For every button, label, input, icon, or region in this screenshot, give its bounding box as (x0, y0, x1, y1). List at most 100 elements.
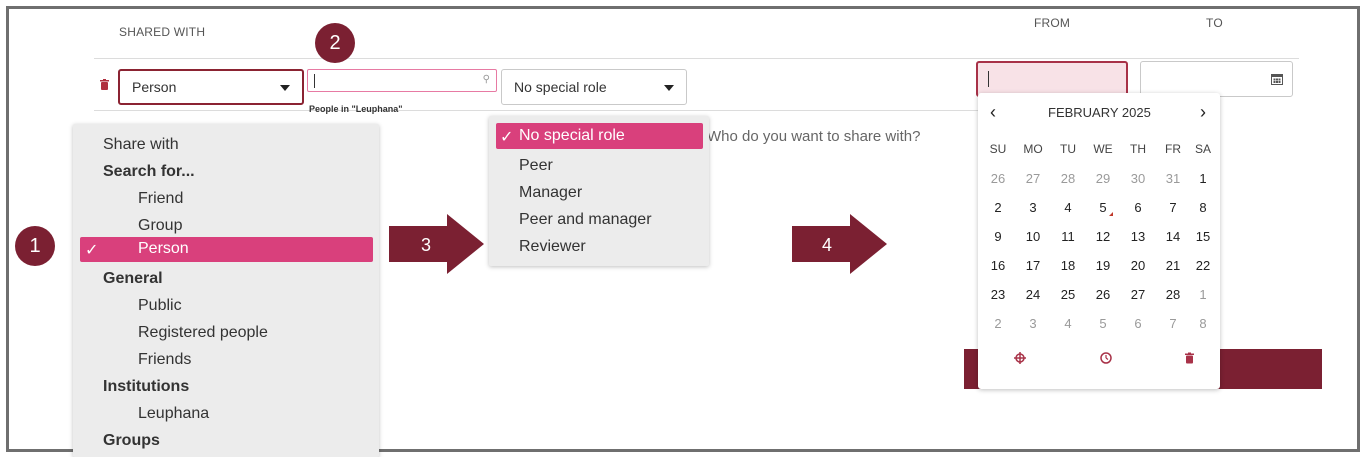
calendar-day[interactable]: 2 (984, 200, 1012, 215)
shared-with-header: SHARED WITH (119, 25, 206, 39)
menu-group-search-for: Search for... (103, 163, 195, 180)
text-cursor (314, 74, 315, 88)
calendar-day[interactable]: 9 (984, 229, 1012, 244)
menu-group-groups: Groups (103, 432, 160, 449)
calendar-day[interactable]: 31 (1159, 171, 1187, 186)
calendar-day[interactable]: 2 (984, 316, 1012, 331)
menu-group-institutions: Institutions (103, 378, 190, 395)
menu-item-public[interactable]: Public (138, 297, 182, 315)
role-option-peer-and-manager[interactable]: Peer and manager (519, 211, 652, 229)
calendar-day[interactable]: 30 (1124, 171, 1152, 186)
calendar-day[interactable]: 7 (1159, 200, 1187, 215)
calendar-day[interactable]: 21 (1159, 258, 1187, 273)
calendar-day[interactable]: 7 (1159, 316, 1187, 331)
calendar-day[interactable]: 22 (1189, 258, 1217, 273)
calendar-day[interactable]: 3 (1019, 316, 1047, 331)
calendar-day[interactable]: 8 (1189, 200, 1217, 215)
calendar-day[interactable]: 15 (1189, 229, 1217, 244)
role-option-no-special-role[interactable]: ✓ No special role (496, 123, 703, 149)
calendar-day[interactable]: 24 (1019, 287, 1047, 302)
callout-arrow-3 (389, 214, 484, 274)
calendar-day[interactable]: 8 (1189, 316, 1217, 331)
menu-item-leuphana[interactable]: Leuphana (138, 405, 209, 423)
calendar-month-label[interactable]: FEBRUARY 2025 (1048, 105, 1151, 120)
person-search-input[interactable]: ⚲ (307, 69, 497, 92)
calendar-day[interactable]: 18 (1054, 258, 1082, 273)
callout-badge-2: 2 (315, 23, 355, 63)
calendar-day[interactable]: 12 (1089, 229, 1117, 244)
role-select[interactable]: No special role (501, 69, 687, 105)
search-icon: ⚲ (482, 74, 490, 85)
weekday-header: WE (1093, 142, 1113, 156)
calendar-day[interactable]: 5 (1089, 200, 1117, 216)
calendar-day[interactable]: 19 (1089, 258, 1117, 273)
calendar-day[interactable]: 29 (1089, 171, 1117, 186)
calendar-day[interactable]: 1 (1189, 287, 1217, 302)
check-icon: ✓ (85, 242, 99, 259)
calendar-day[interactable]: 28 (1159, 287, 1187, 302)
calendar-day[interactable]: 13 (1124, 229, 1152, 244)
menu-item-friend[interactable]: Friend (138, 190, 183, 208)
role-option-reviewer[interactable]: Reviewer (519, 238, 586, 256)
callout-arrow-3-label: 3 (421, 235, 432, 255)
calendar-day[interactable]: 4 (1054, 200, 1082, 215)
date-picker: ‹ FEBRUARY 2025 › SU MO TU WE TH FR SA 26 27 28 29… (978, 93, 1220, 389)
chevron-down-icon (280, 85, 290, 91)
calendar-day[interactable]: 1 (1189, 171, 1217, 186)
calendar-day[interactable]: 25 (1054, 287, 1082, 302)
from-header: FROM (1034, 16, 1071, 30)
role-option-manager[interactable]: Manager (519, 184, 582, 202)
row-divider (94, 110, 989, 111)
menu-item-registered-people[interactable]: Registered people (138, 324, 268, 342)
weekday-header: SA (1194, 142, 1211, 156)
share-type-select[interactable]: Person (118, 69, 304, 105)
calendar-day[interactable]: 28 (1054, 171, 1082, 186)
calendar-day[interactable]: 5 (1089, 316, 1117, 331)
calendar-day[interactable]: 6 (1124, 200, 1152, 215)
from-date-input[interactable] (976, 61, 1128, 97)
crosshair-icon[interactable] (1014, 352, 1026, 364)
calendar-day[interactable]: 23 (984, 287, 1012, 302)
to-date-input[interactable] (1140, 61, 1293, 97)
weekday-header: TH (1130, 142, 1146, 156)
weekday-header: MO (1023, 142, 1043, 156)
calendar-day[interactable]: 26 (1089, 287, 1117, 302)
clock-icon[interactable] (1100, 352, 1112, 364)
role-value: No special role (514, 79, 607, 95)
weekday-header: FR (1165, 142, 1181, 156)
calendar-day[interactable]: 3 (1019, 200, 1047, 215)
callout-arrow-4-label: 4 (822, 235, 833, 255)
calendar-day[interactable]: 27 (1019, 171, 1047, 186)
callout-arrow-4 (792, 214, 887, 274)
menu-group-general: General (103, 270, 163, 287)
calendar-day[interactable]: 10 (1019, 229, 1047, 244)
screenshot-frame: SHARED WITH FROM TO Person ⚲ People in "… (6, 6, 1360, 457)
menu-item-group[interactable]: Group (138, 217, 182, 235)
weekday-header: SU (989, 142, 1007, 156)
role-option-label: No special role (519, 127, 625, 144)
menu-item-share-with[interactable]: Share with (103, 136, 179, 154)
weekday-header: TU (1060, 142, 1076, 156)
calendar-day[interactable]: 26 (984, 171, 1012, 186)
calendar-day[interactable]: 20 (1124, 258, 1152, 273)
chevron-left-icon[interactable]: ‹ (990, 102, 996, 123)
trash-icon[interactable] (1185, 352, 1194, 364)
chevron-down-icon (664, 85, 674, 91)
calendar-day[interactable]: 16 (984, 258, 1012, 273)
calendar-icon[interactable] (1271, 73, 1283, 85)
menu-item-person[interactable]: ✓ Person (80, 237, 373, 262)
menu-item-friends[interactable]: Friends (138, 351, 191, 369)
menu-item-person-label: Person (138, 240, 189, 257)
calendar-day[interactable]: 4 (1054, 316, 1082, 331)
share-with-dropdown: Share with Search for... Friend Group ✓ … (73, 124, 379, 457)
calendar-day[interactable]: 11 (1054, 229, 1082, 244)
calendar-day[interactable]: 6 (1124, 316, 1152, 331)
calendar-day[interactable]: 27 (1124, 287, 1152, 302)
calendar-day[interactable]: 14 (1159, 229, 1187, 244)
share-type-value: Person (132, 79, 177, 95)
delete-share-icon[interactable] (100, 79, 109, 90)
chevron-right-icon[interactable]: › (1200, 102, 1206, 123)
to-header: TO (1206, 16, 1223, 30)
calendar-day[interactable]: 17 (1019, 258, 1047, 273)
role-option-peer[interactable]: Peer (519, 157, 553, 175)
